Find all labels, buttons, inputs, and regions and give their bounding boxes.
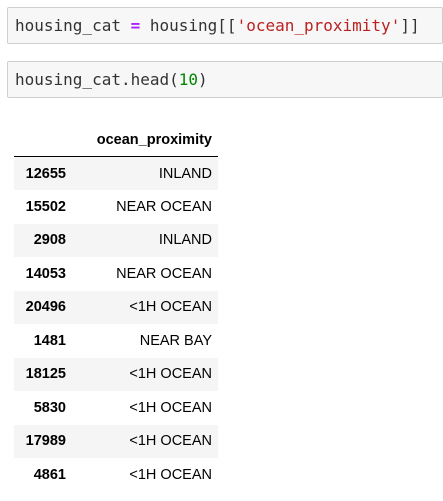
row-index: 2908 — [33, 232, 66, 249]
row-value: <1H OCEAN — [129, 299, 212, 316]
code-token: ]] — [400, 16, 420, 35]
table-row: 12655 INLAND — [14, 156, 218, 190]
row-index: 20496 — [25, 299, 66, 316]
row-value: INLAND — [158, 232, 212, 249]
row-value: <1H OCEAN — [129, 433, 212, 450]
table-header-row: ocean_proximity — [14, 123, 218, 157]
code-token: housing[[ — [140, 16, 237, 35]
table-row: 20496 <1H OCEAN — [14, 290, 218, 324]
row-value: <1H OCEAN — [129, 466, 212, 483]
row-index: 1481 — [33, 332, 66, 349]
dataframe-output-table: ocean_proximity 12655 INLAND 15502 NEAR OCE… — [14, 123, 218, 492]
number-literal: 10 — [178, 70, 199, 89]
table-row: 5830 <1H OCEAN — [14, 391, 218, 425]
row-index: 4861 — [33, 466, 66, 483]
row-index: 17989 — [25, 433, 66, 450]
row-value: INLAND — [158, 165, 212, 182]
table-row: 15502 NEAR OCEAN — [14, 190, 218, 224]
row-index: 15502 — [25, 198, 66, 215]
row-value: NEAR OCEAN — [116, 265, 212, 282]
table-row: 4861 <1H OCEAN — [14, 458, 218, 492]
row-value: NEAR OCEAN — [116, 198, 212, 215]
row-value: NEAR BAY — [139, 332, 212, 349]
table-body: 12655 INLAND 15502 NEAR OCEAN 2908 INLAND 1405… — [14, 156, 218, 492]
row-index: 5830 — [33, 399, 66, 416]
row-index: 18125 — [25, 366, 66, 383]
string-literal: 'ocean_proximity' — [236, 16, 401, 35]
table-row: 1481 NEAR BAY — [14, 324, 218, 358]
column-header-ocean-proximity: ocean_proximity — [72, 123, 218, 157]
index-header — [14, 123, 72, 157]
row-index: 14053 — [25, 265, 66, 282]
code-cell-input-1[interactable]: housing_cat = housing[['ocean_proximity'… — [7, 7, 443, 44]
table-row: 17989 <1H OCEAN — [14, 424, 218, 458]
assignment-operator: = — [130, 16, 141, 35]
table-row: 14053 NEAR OCEAN — [14, 257, 218, 291]
code-token: ) — [198, 70, 208, 89]
code-token: housing_cat — [15, 16, 131, 35]
code-cell-input-2[interactable]: housing_cat.head(10) — [7, 61, 443, 98]
row-value: <1H OCEAN — [129, 366, 212, 383]
table-row: 2908 INLAND — [14, 223, 218, 257]
row-value: <1H OCEAN — [129, 399, 212, 416]
table-row: 18125 <1H OCEAN — [14, 357, 218, 391]
code-token: housing_cat.head( — [15, 70, 179, 89]
row-index: 12655 — [25, 165, 66, 182]
